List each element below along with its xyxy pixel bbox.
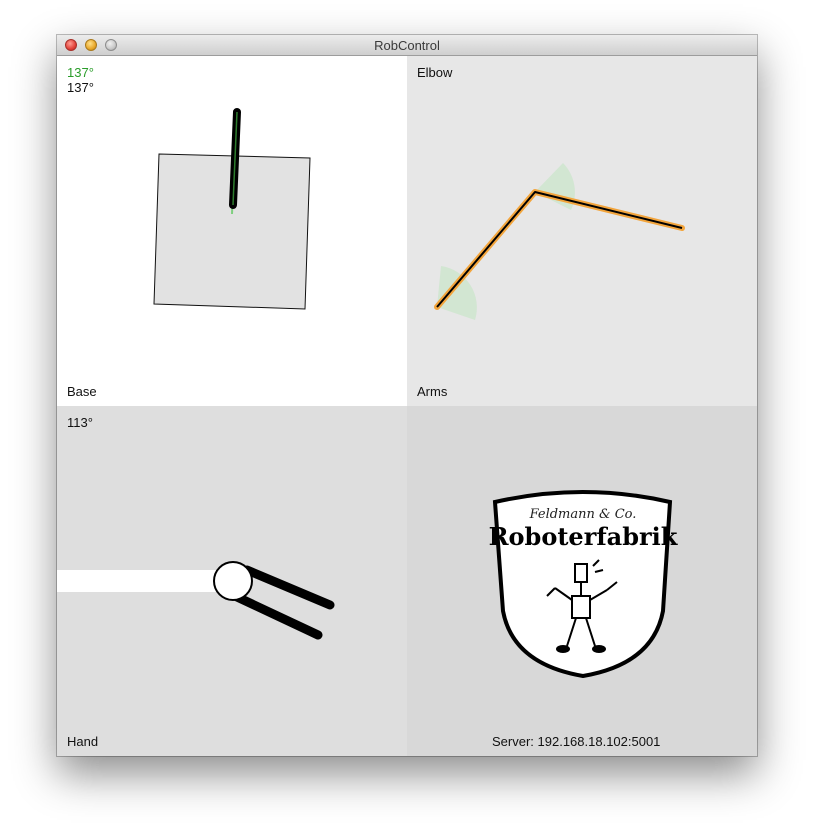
hand-label: Hand: [67, 734, 99, 749]
arm-segments-outline: [434, 189, 685, 310]
app-window: RobControl 137° 137° Base Elbow Arms 113…: [57, 35, 757, 756]
gripper-finger-upper: [242, 565, 335, 610]
base-view[interactable]: [57, 56, 407, 406]
arms-panel[interactable]: Elbow Arms: [407, 56, 757, 406]
title-bar: RobControl: [57, 35, 757, 56]
logo-brand: Roboterfabrik: [489, 522, 679, 551]
base-panel[interactable]: 137° 137° Base: [57, 56, 407, 406]
base-current-angle: 137°: [67, 80, 94, 95]
arm-segments[interactable]: [436, 191, 683, 308]
server-address: Server: 192.168.18.102:5001: [492, 734, 661, 749]
arms-label: Arms: [417, 384, 448, 399]
wrist-bar: [57, 570, 234, 592]
window-title: RobControl: [374, 38, 440, 53]
elbow-label: Elbow: [417, 65, 453, 80]
hand-angle: 113°: [67, 415, 93, 430]
hand-view[interactable]: [57, 406, 407, 756]
arms-view[interactable]: [407, 56, 757, 406]
logo-script-line: Feldmann & Co.: [529, 507, 637, 522]
base-label: Base: [67, 384, 97, 399]
base-target-angle: 137°: [67, 65, 94, 80]
company-logo: Feldmann & Co. Roboterfabrik: [489, 490, 679, 679]
gripper-finger-lower: [230, 591, 323, 640]
hand-joint[interactable]: [213, 561, 253, 601]
shoulder-range-arc: [437, 266, 477, 320]
hand-panel[interactable]: 113° Hand: [57, 406, 407, 756]
logo-panel: Feldmann & Co. Roboterfabrik Server: 192…: [407, 406, 757, 756]
